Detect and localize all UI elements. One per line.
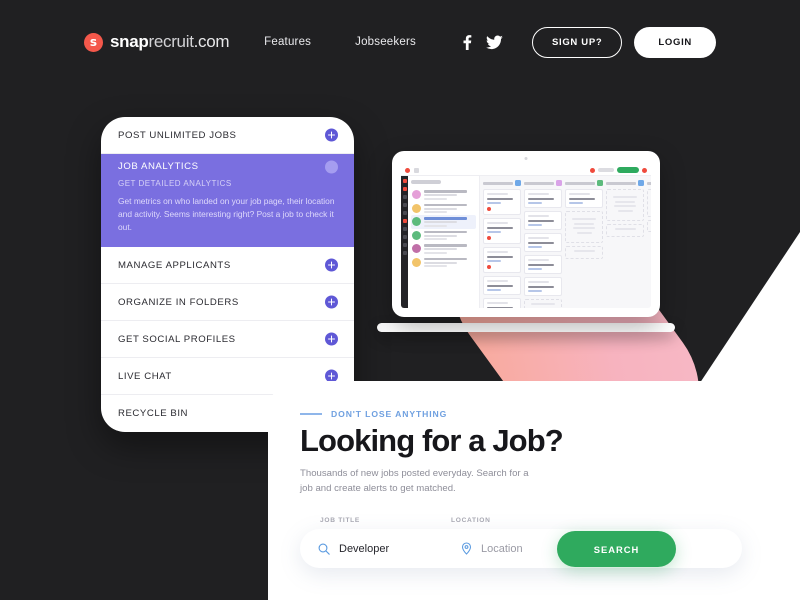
job-search-card: DON'T LOSE ANYTHING Looking for a Job? T… — [268, 381, 800, 600]
accordion-item-job-analytics[interactable]: JOB ANALYTICS GET DETAILED ANALYTICS Get… — [101, 154, 354, 248]
logo-text: snaprecruit.com — [110, 32, 230, 52]
page-description: Thousands of new jobs posted everyday. S… — [300, 468, 529, 494]
accordion-item-organize-in-folders[interactable]: ORGANIZE IN FOLDERS — [101, 284, 354, 322]
job-title-label: JOB TITLE — [320, 517, 361, 524]
nav-link-features[interactable]: Features — [264, 36, 311, 48]
dashboard-screenshot — [401, 165, 651, 308]
kanban-column — [483, 180, 521, 308]
accordion-item-post-unlimited-jobs[interactable]: POST UNLIMITED JOBS — [101, 117, 354, 154]
dashboard-post-job-button — [617, 167, 639, 173]
accordion-item-label: ORGANIZE IN FOLDERS — [118, 296, 239, 308]
plus-icon[interactable] — [325, 295, 338, 309]
accordion-item-label: MANAGE APPLICANTS — [118, 259, 231, 271]
search-field-labels: JOB TITLE LOCATION — [320, 517, 491, 524]
accordion-item-label: POST UNLIMITED JOBS — [118, 129, 237, 141]
laptop-base — [377, 323, 675, 332]
kanban-column — [606, 180, 644, 304]
accordion-item-subtitle: GET DETAILED ANALYTICS — [118, 179, 232, 188]
accordion-item-label: RECYCLE BIN — [118, 408, 189, 420]
dashboard-topbar — [401, 165, 651, 176]
accordion-item-header[interactable]: JOB ANALYTICS — [101, 154, 354, 179]
signup-button[interactable]: SIGN UP? — [531, 26, 623, 58]
search-button[interactable]: SEARCH — [557, 531, 676, 567]
plus-icon[interactable] — [325, 128, 338, 142]
main-navigation: Features Jobseekers SIGN UP? LOGIN — [264, 26, 716, 58]
page-stage: s snaprecruit.com Features Jobseekers SI… — [0, 0, 800, 600]
login-button[interactable]: LOGIN — [634, 26, 716, 58]
logo-badge-icon: s — [84, 32, 103, 52]
accordion-item-label: GET SOCIAL PROFILES — [118, 333, 236, 345]
minus-icon[interactable] — [325, 160, 338, 173]
kanban-column — [524, 180, 562, 308]
accordion-item-description: Get metrics on who landed on your job pa… — [118, 196, 335, 233]
plus-icon[interactable] — [325, 332, 338, 346]
location-pin-icon — [461, 542, 481, 555]
location-placeholder: Location — [481, 542, 523, 555]
laptop-mockup — [377, 151, 675, 332]
accordion-item-manage-applicants[interactable]: MANAGE APPLICANTS — [101, 247, 354, 285]
eyebrow: DON'T LOSE ANYTHING — [300, 409, 447, 419]
laptop-camera-icon — [524, 157, 528, 160]
logo-word-recruit: recruit — [148, 32, 194, 51]
accordion-item-label: LIVE CHAT — [118, 370, 172, 382]
logo-word-snap: snap — [110, 32, 149, 51]
kanban-column — [647, 180, 651, 304]
twitter-icon[interactable] — [485, 34, 503, 50]
dashboard-menu-icon — [414, 167, 419, 173]
facebook-icon[interactable] — [460, 34, 473, 50]
dashboard-main — [401, 176, 651, 308]
location-label: LOCATION — [451, 517, 491, 524]
dashboard-job-list — [408, 176, 480, 308]
location-field[interactable]: Location — [461, 542, 523, 555]
laptop-body — [392, 151, 660, 317]
dashboard-notification-icon — [642, 167, 647, 173]
nav-link-jobseekers[interactable]: Jobseekers — [355, 36, 416, 48]
job-title-value: Developer — [339, 542, 390, 555]
accordion-item-body: GET DETAILED ANALYTICS Get metrics on wh… — [101, 179, 354, 247]
dashboard-username — [598, 168, 614, 172]
logo-word-domain: .com — [193, 32, 230, 51]
dashboard-avatar — [590, 167, 595, 173]
dashboard-logo-icon — [405, 167, 410, 173]
kanban-column — [565, 180, 603, 304]
dashboard-topbar-right — [590, 167, 647, 173]
eyebrow-label: DON'T LOSE ANYTHING — [331, 409, 448, 419]
site-logo[interactable]: s snaprecruit.com — [84, 32, 230, 52]
dashboard-rail — [401, 176, 408, 308]
accordion-item-get-social-profiles[interactable]: GET SOCIAL PROFILES — [101, 321, 354, 359]
dashboard-kanban-board — [480, 176, 651, 308]
accordion-item-label: JOB ANALYTICS — [118, 161, 199, 172]
eyebrow-dash-icon — [300, 413, 322, 415]
job-title-field[interactable]: Developer — [318, 543, 458, 555]
page-title: Looking for a Job? — [300, 423, 564, 458]
plus-icon[interactable] — [325, 258, 338, 272]
search-icon — [318, 543, 339, 555]
site-header: s snaprecruit.com Features Jobseekers SI… — [0, 0, 800, 84]
